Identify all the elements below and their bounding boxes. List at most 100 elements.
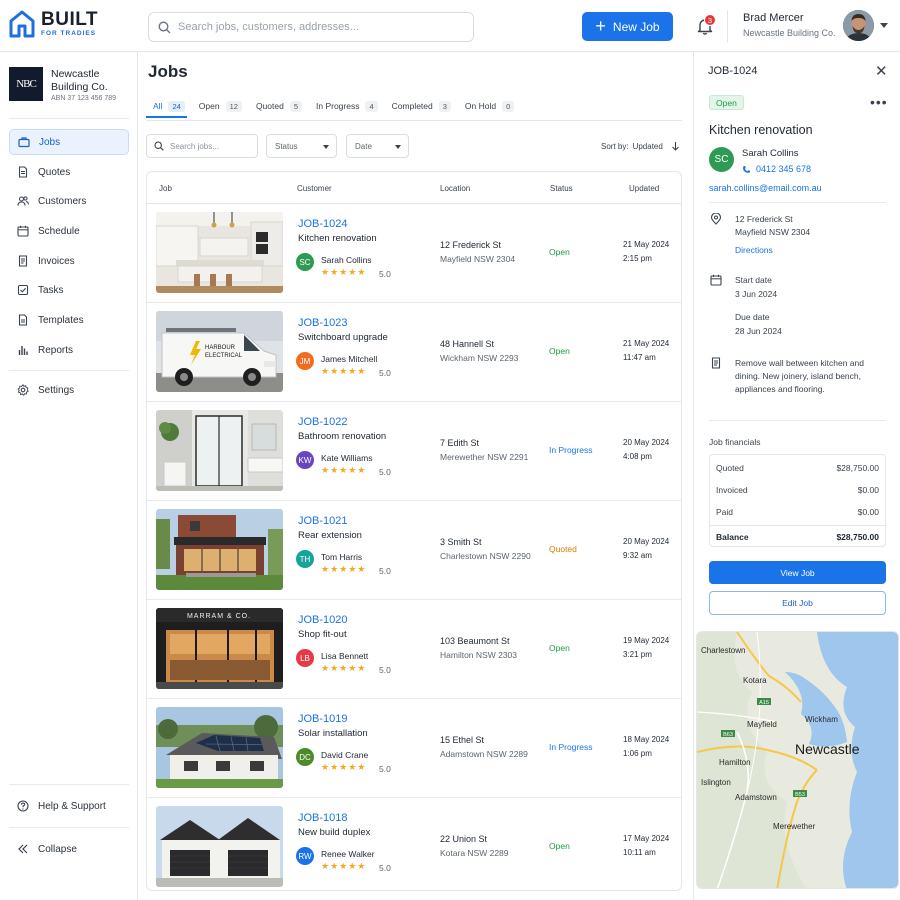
job-photo-bathroom [156,410,283,491]
job-photo-van: HARBOUR ELECTRICAL [156,311,283,392]
tab-completed[interactable]: Completed 3 [385,96,458,116]
organisation-card[interactable]: NBC Newcastle Building Co. ABN 37 123 45… [9,67,116,102]
job-id-link[interactable]: JOB-1024 [298,218,348,230]
date-filter-label: Date [355,141,372,151]
map-label: Islington [701,778,731,787]
chevron-down-icon [395,145,401,149]
tab-all[interactable]: All 24 [146,96,192,116]
table-row[interactable]: JOB-1024 Kitchen renovation SC Sarah Col… [147,204,681,303]
updated-date: 18 May 2024 [623,735,670,744]
invoice-icon [18,255,28,267]
close-icon[interactable]: ✕ [875,64,888,79]
column-header-updated[interactable]: Updated [629,184,659,193]
detail-customer-name[interactable]: Sarah Collins [742,148,799,159]
job-id-link[interactable]: JOB-1018 [298,812,348,824]
location-street: 15 Ethel St [440,735,485,745]
map-label: Wickham [805,715,838,724]
job-title: Rear extension [298,530,362,541]
customer-name[interactable]: James Mitchell [321,354,377,364]
notification-count-badge: 3 [704,14,716,26]
updated-date: 19 May 2024 [623,636,670,645]
sidebar-item-invoices[interactable]: Invoices [9,248,129,274]
location-map[interactable]: A15 B63 B53 Charlestown Kotara Mayfield … [696,631,899,889]
sort-control[interactable]: Sort by: Updated [601,141,680,151]
sidebar-divider [9,370,129,371]
table-row[interactable]: JOB-1022 Bathroom renovation KW Kate Wil… [147,402,681,501]
star-rating-icon: ★★★★★ [321,861,367,871]
customer-name[interactable]: David Crane [321,750,368,760]
job-id-link[interactable]: JOB-1023 [298,317,348,329]
sidebar-divider [9,784,129,785]
status-badge: Quoted [549,544,577,554]
tab-in-progress[interactable]: In Progress 4 [309,96,385,116]
map-label: Charlestown [701,646,745,655]
table-row[interactable]: JOB-1021 Rear extension TH Tom Harris ★★… [147,501,681,600]
customer-initials: SC [299,257,311,267]
new-job-button[interactable]: + New Job [582,12,673,41]
chevron-down-icon[interactable] [880,23,888,28]
sidebar-item-tasks[interactable]: Tasks [9,277,129,303]
double-chevron-left-icon [18,844,28,854]
global-search[interactable] [148,12,474,42]
tab-on-hold[interactable]: On Hold 0 [458,96,521,116]
fin-label: Invoiced [716,485,748,495]
customer-name[interactable]: Sarah Collins [321,255,372,265]
sidebar-item-settings[interactable]: Settings [9,377,129,403]
updated-time: 1:06 pm [623,749,652,758]
column-header-job[interactable]: Job [159,184,172,193]
column-header-customer[interactable]: Customer [297,184,332,193]
jobs-search-input[interactable] [170,141,250,151]
user-avatar[interactable] [843,10,874,41]
sidebar-item-customers[interactable]: Customers [9,188,129,214]
table-row[interactable]: MARRAM & CO. JOB-1020 Shop fit-out LB Li… [147,600,681,699]
table-row[interactable]: JOB-1018 New build duplex RW Renee Walke… [147,798,681,890]
brand-logo[interactable]: BUILT FOR TRADIES [9,9,98,39]
rating-value: 5.0 [379,368,391,378]
map-label: Kotara [743,676,767,685]
more-options-icon[interactable]: ••• [870,95,888,109]
updated-time: 2:15 pm [623,254,652,263]
detail-email-link[interactable]: sarah.collins@email.com.au [709,183,822,193]
tab-quoted[interactable]: Quoted 5 [249,96,309,116]
table-row[interactable]: HARBOUR ELECTRICAL JOB-1023 Switchboard … [147,303,681,402]
sidebar-item-schedule[interactable]: Schedule [9,218,129,244]
detail-status-badge: Open [709,95,744,110]
jobs-search[interactable] [146,134,258,158]
status-filter-select[interactable]: Status [266,134,337,158]
customer-name[interactable]: Tom Harris [321,552,362,562]
sidebar-collapse-button[interactable]: Collapse [9,836,129,862]
directions-link[interactable]: Directions [735,245,773,255]
brand-tagline: FOR TRADIES [41,30,97,38]
detail-phone-link[interactable]: 0412 345 678 [742,164,811,174]
customer-name[interactable]: Lisa Bennett [321,651,368,661]
sidebar-item-jobs[interactable]: Jobs [9,129,129,155]
job-id-link[interactable]: JOB-1020 [298,614,348,626]
customer-name[interactable]: Renee Walker [321,849,375,859]
job-id-link[interactable]: JOB-1021 [298,515,348,527]
organisation-name-line2: Building Co. [51,81,108,93]
table-row[interactable]: JOB-1019 Solar installation DC David Cra… [147,699,681,798]
organisation-logo: NBC [9,67,43,101]
job-id-link[interactable]: JOB-1022 [298,416,348,428]
customer-avatar: DC [296,748,314,766]
checkbox-icon [17,284,29,296]
updated-time: 11:47 am [623,353,656,362]
user-menu[interactable]: Brad Mercer Newcastle Building Co. [743,12,836,38]
job-id-link[interactable]: JOB-1019 [298,713,348,725]
view-job-button[interactable]: View Job [709,561,886,584]
column-header-location[interactable]: Location [440,184,470,193]
date-filter-select[interactable]: Date [346,134,409,158]
sidebar-item-templates[interactable]: Templates [9,307,129,333]
global-search-input[interactable] [178,21,458,33]
edit-job-button[interactable]: Edit Job [709,591,886,615]
sidebar-item-quotes[interactable]: Quotes [9,159,129,185]
start-date-label: Start date [735,275,772,285]
customer-initials: DC [299,752,311,762]
customer-name[interactable]: Kate Williams [321,453,372,463]
briefcase-icon [18,137,30,148]
sidebar-item-reports[interactable]: Reports [9,337,129,363]
financials-row-quoted: Quoted $28,750.00 [716,463,879,473]
column-header-status[interactable]: Status [550,184,573,193]
sidebar-item-help[interactable]: Help & Support [9,793,129,819]
tab-open[interactable]: Open 12 [192,96,249,116]
